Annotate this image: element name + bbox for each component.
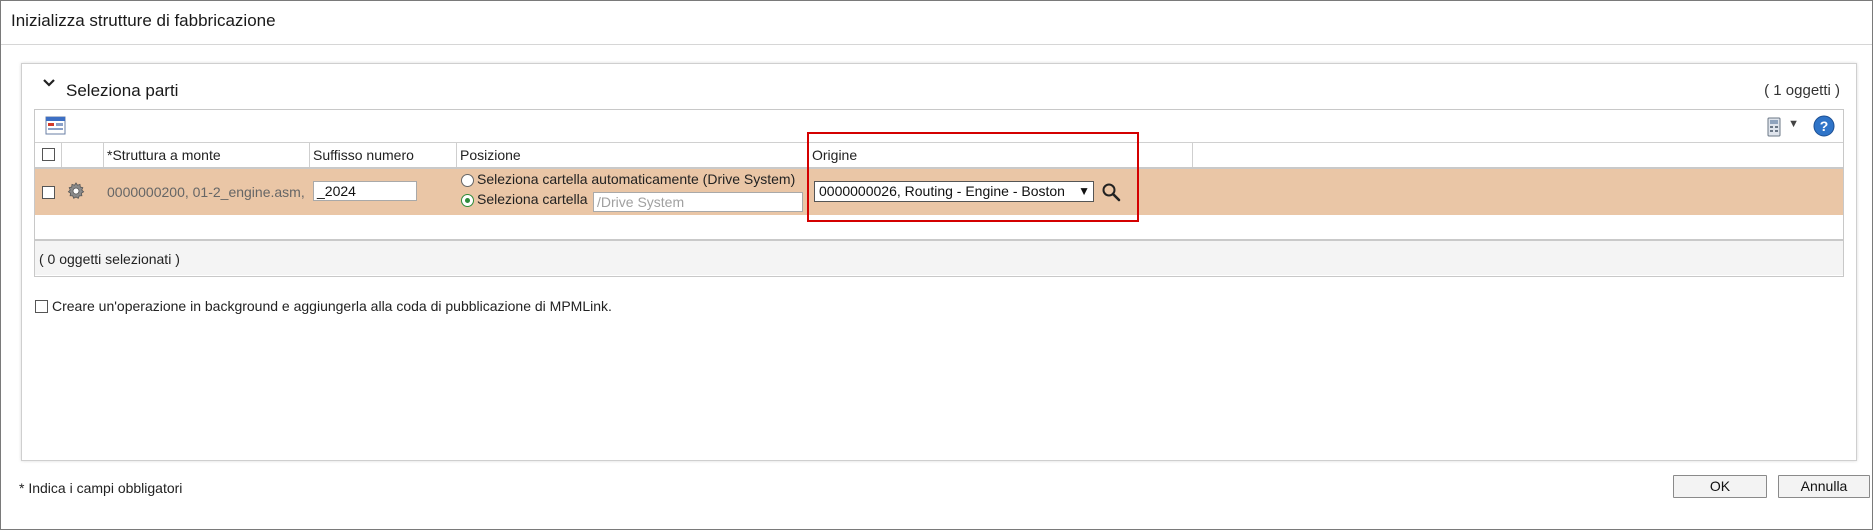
panel-header: Seleziona parti ( 1 oggetti ) (22, 64, 1856, 104)
required-fields-note: * Indica i campi obbligatori (19, 480, 183, 496)
parts-table: ▼ ? *Struttura a monte Suffisso numero P… (34, 109, 1844, 277)
header-upstream[interactable]: *Struttura a monte (104, 143, 310, 167)
table-header-row: *Struttura a monte Suffisso numero Posiz… (35, 142, 1843, 170)
header-origin[interactable]: Origine (809, 143, 1193, 167)
table-toolbar: ▼ ? (35, 110, 1843, 142)
background-operation-option: Creare un'operazione in background e agg… (35, 298, 612, 314)
radio-select-folder[interactable] (461, 194, 474, 207)
search-icon[interactable] (1101, 182, 1121, 202)
gear-icon (67, 182, 85, 199)
help-icon[interactable]: ? (1813, 115, 1835, 137)
object-count: ( 1 oggetti ) (1764, 82, 1840, 99)
header-position[interactable]: Posizione (457, 143, 809, 167)
suffix-input[interactable]: _2024 (313, 181, 417, 201)
background-operation-checkbox[interactable] (35, 300, 48, 313)
background-operation-label[interactable]: Creare un'operazione in background e agg… (52, 298, 612, 314)
calculator-icon[interactable] (1767, 117, 1781, 137)
panel-title: Seleziona parti (66, 81, 179, 100)
header-select-all (35, 143, 62, 167)
select-all-checkbox[interactable] (41, 148, 55, 161)
cancel-button[interactable]: Annulla (1778, 475, 1870, 498)
radio-auto-folder[interactable] (461, 174, 474, 187)
header-icon-column (62, 143, 104, 167)
caret-down-icon[interactable]: ▼ (1788, 118, 1799, 130)
dialog-window: Inizializza strutture di fabbricazione S… (0, 0, 1873, 530)
select-parts-panel: Seleziona parti ( 1 oggetti ) ▼ ? *Strut… (21, 63, 1857, 461)
origin-select[interactable]: 0000000026, Routing - Engine - Boston ▼ (814, 181, 1094, 202)
selected-count: ( 0 oggetti selezionati ) (39, 251, 180, 267)
chevron-down-icon[interactable] (42, 76, 56, 90)
dialog-title: Inizializza strutture di fabbricazione (11, 11, 276, 30)
row-checkbox[interactable] (42, 186, 55, 199)
empty-row (35, 215, 1843, 240)
radio-select-folder-label[interactable]: Seleziona cartella (477, 191, 588, 207)
table-footer: ( 0 oggetti selezionati ) (35, 240, 1843, 275)
header-filler (1193, 143, 1843, 167)
table-options-icon[interactable] (45, 116, 67, 136)
radio-auto-folder-label[interactable]: Seleziona cartella automaticamente (Driv… (477, 171, 795, 187)
origin-selected-value: 0000000026, Routing - Engine - Boston (819, 183, 1065, 199)
folder-input[interactable]: /Drive System (593, 192, 803, 212)
ok-button[interactable]: OK (1673, 475, 1767, 498)
header-suffix[interactable]: Suffisso numero (310, 143, 457, 167)
part-identifier: 0000000200, 01-2_engine.asm, (107, 184, 305, 200)
chevron-down-icon: ▼ (1078, 184, 1090, 198)
table-row[interactable]: 0000000200, 01-2_engine.asm, _2024 Selez… (35, 169, 1843, 215)
svg-text:?: ? (1820, 118, 1829, 134)
title-bar: Inizializza strutture di fabbricazione (1, 1, 1872, 45)
